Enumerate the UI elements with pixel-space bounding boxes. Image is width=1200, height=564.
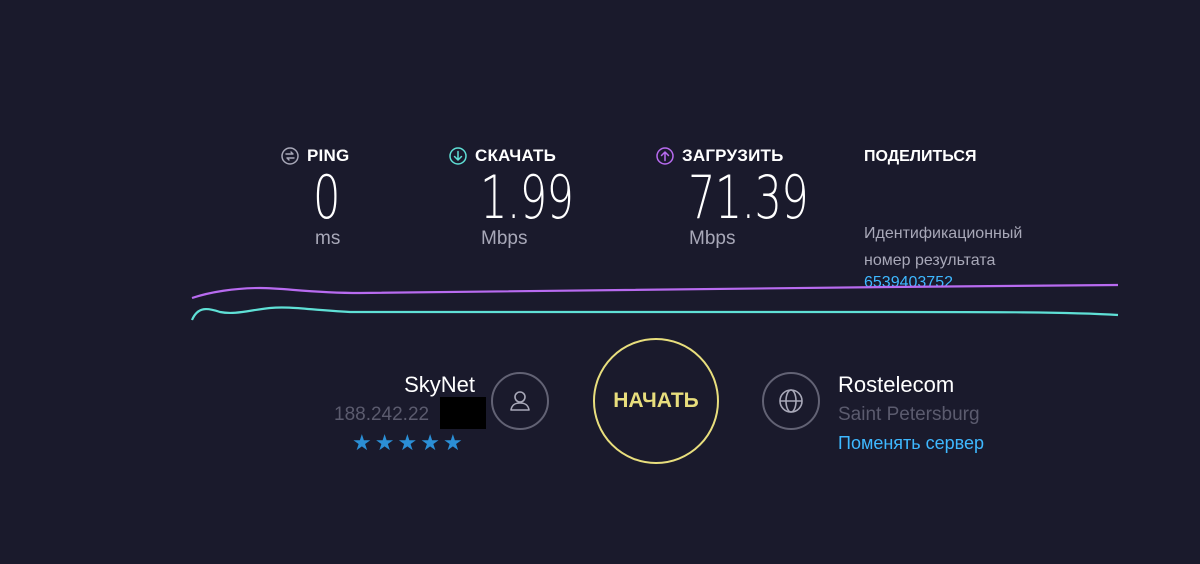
upload-value: 71.39 (688, 163, 809, 233)
rating-star-icon[interactable]: ★ (443, 430, 463, 456)
server-city: Saint Petersburg (838, 404, 980, 425)
speed-graph (190, 283, 1119, 321)
server-name: Rostelecom (838, 372, 955, 397)
isp-name: SkyNet (404, 372, 475, 397)
rating-star-icon[interactable]: ★ (375, 430, 395, 456)
user-icon[interactable] (491, 372, 549, 430)
upload-metric: ЗАГРУЗИТЬ 71.39 Mbps (656, 146, 855, 250)
ping-metric: PING 0 ms (281, 146, 350, 250)
share-link[interactable]: ПОДЕЛИТЬСЯ (864, 148, 976, 166)
rating-star-icon[interactable]: ★ (397, 430, 417, 456)
upload-arrow-icon (656, 147, 674, 165)
globe-icon[interactable] (762, 372, 820, 430)
result-id-label: Идентификационный номер результата (864, 225, 1023, 269)
download-arrow-icon (449, 147, 467, 165)
download-value: 1.99 (480, 163, 574, 233)
start-button[interactable]: НАЧАТЬ (593, 338, 719, 464)
isp-rating[interactable]: ★ ★ ★ ★ ★ (352, 430, 463, 456)
download-graph-line (190, 306, 1119, 321)
change-server-link[interactable]: Поменять сервер (838, 433, 984, 454)
download-metric: СКАЧАТЬ 1.99 Mbps (449, 146, 610, 250)
rating-star-icon[interactable]: ★ (352, 430, 372, 456)
ip-redaction-block (440, 397, 486, 429)
upload-graph-line (191, 283, 1119, 300)
ping-value: 0 (313, 163, 340, 233)
ping-icon (281, 147, 299, 165)
isp-ip-address: 188.242.22 (334, 404, 430, 425)
rating-star-icon[interactable]: ★ (420, 430, 440, 456)
